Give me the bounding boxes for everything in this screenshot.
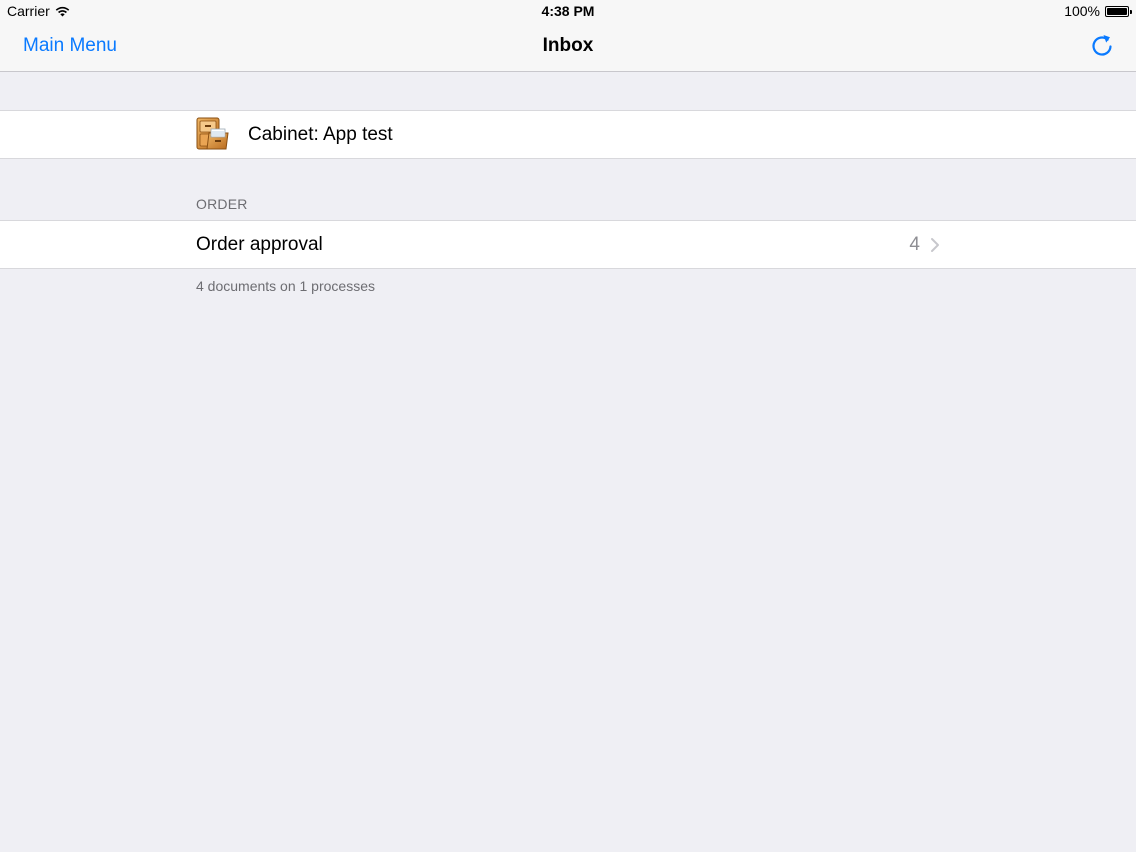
chevron-right-icon [931, 238, 939, 252]
order-approval-count: 4 [909, 234, 920, 255]
order-approval-row[interactable]: Order approval 4 [0, 220, 1136, 269]
order-approval-label: Order approval [196, 234, 323, 255]
battery-fill [1107, 7, 1127, 15]
section-header-order: ORDER [196, 196, 248, 212]
page-title: Inbox [542, 35, 594, 56]
battery-percent: 100% [1064, 3, 1100, 19]
cabinet-label: Cabinet: App test [248, 124, 393, 145]
status-right: 100% [1064, 3, 1132, 19]
battery-icon [1105, 5, 1132, 17]
refresh-icon[interactable] [1088, 32, 1116, 60]
status-time: 4:38 PM [541, 3, 595, 19]
inbox-screen: Carrier 4:38 PM 100% Main Menu Inbox Cab… [0, 0, 1136, 852]
navigation-bar: Main Menu Inbox [0, 22, 1136, 72]
cabinet-icon [196, 117, 229, 150]
cabinet-row[interactable]: Cabinet: App test [0, 110, 1136, 159]
section-footer-summary: 4 documents on 1 processes [196, 278, 375, 294]
status-bar: Carrier 4:38 PM 100% [0, 0, 1136, 22]
